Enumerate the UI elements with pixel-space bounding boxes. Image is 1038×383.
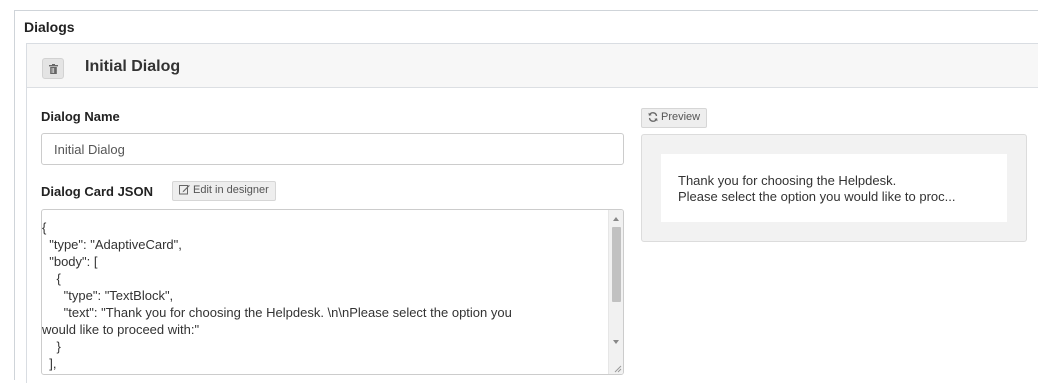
json-line: "type": "AdaptiveCard", [42, 237, 182, 252]
dialog-header: Initial Dialog [27, 44, 1038, 88]
json-line: "type": "TextBlock", [42, 288, 174, 303]
dialog-card-json-label: Dialog Card JSON [41, 184, 153, 199]
json-scrollbar[interactable] [608, 210, 623, 374]
edit-in-designer-label: Edit in designer [193, 184, 269, 196]
json-line: "text": "Thank you for choosing the Help… [42, 305, 512, 320]
dialog-json-editor[interactable]: { "type": "AdaptiveCard", "body": [ { "t… [41, 209, 624, 375]
delete-dialog-button[interactable] [42, 58, 64, 79]
trash-icon [49, 64, 58, 74]
json-line: ], [42, 356, 57, 371]
preview-card: Thank you for choosing the Helpdesk. Plea… [661, 154, 1007, 222]
scroll-thumb[interactable] [612, 227, 621, 302]
scroll-up-arrow[interactable] [613, 217, 619, 221]
dialog-title: Initial Dialog [85, 58, 181, 75]
json-line: { [42, 220, 47, 235]
preview-panel: Thank you for choosing the Helpdesk. Plea… [641, 134, 1027, 242]
json-line: { [42, 271, 61, 286]
preview-text-line: Thank you for choosing the Helpdesk. [678, 173, 897, 188]
json-text[interactable]: { "type": "AdaptiveCard", "body": [ { "t… [42, 210, 610, 374]
scroll-down-arrow[interactable] [613, 340, 619, 344]
preview-button[interactable]: Preview [641, 108, 708, 128]
section-title: Dialogs [24, 19, 75, 35]
dialog-card: Initial Dialog Dialog Name Dialog Card J… [26, 43, 1038, 383]
json-line: would like to proceed with:" [42, 322, 200, 337]
json-line: "body": [ [42, 254, 98, 269]
dialogs-section: Dialogs Initial Dialog Dialog Name Dialo… [14, 10, 1038, 383]
dialog-name-label: Dialog Name [41, 109, 120, 124]
edit-icon [179, 184, 190, 198]
json-line: } [42, 339, 61, 354]
dialog-name-input[interactable] [41, 133, 624, 165]
preview-text-line: Please select the option you would like … [678, 189, 956, 204]
preview-label: Preview [661, 111, 701, 123]
refresh-icon [648, 112, 658, 125]
edit-in-designer-button[interactable]: Edit in designer [172, 181, 276, 201]
resize-grip-icon[interactable] [614, 365, 622, 373]
